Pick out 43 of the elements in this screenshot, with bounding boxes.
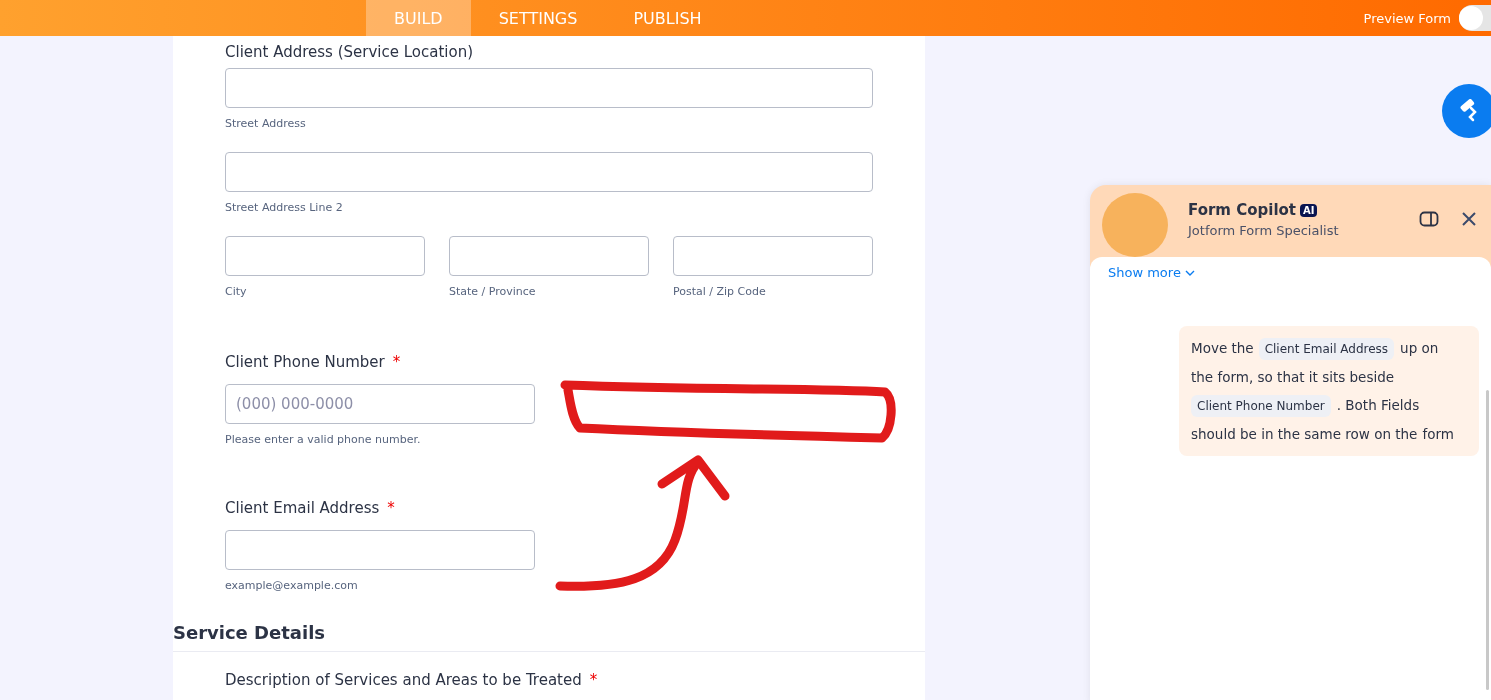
paint-roller-button[interactable] [1442, 84, 1491, 138]
message-text: Move the [1191, 339, 1254, 358]
required-mark: * [392, 353, 401, 371]
field-chip: Client Email Address [1258, 338, 1395, 360]
field-label: Description of Services and Areas to be Treated * [225, 670, 599, 690]
required-mark: * [589, 671, 598, 689]
text-field[interactable]: (000) 000-0000 [225, 384, 535, 424]
assistant-title: Form Copilot [1188, 201, 1296, 219]
nav-tab[interactable]: BUILD [366, 0, 471, 36]
text-field[interactable] [449, 236, 649, 276]
text-field[interactable] [225, 530, 535, 570]
nav-tab[interactable]: PUBLISH [605, 0, 730, 36]
field-hint: Please enter a valid phone number. [225, 433, 422, 446]
text-field[interactable] [673, 236, 873, 276]
field-sublabel: Street Address Line 2 [225, 201, 344, 214]
message-text: form [1422, 424, 1454, 444]
sidebar-toggle-icon[interactable] [1419, 211, 1439, 227]
preview-toggle[interactable] [1459, 5, 1491, 31]
field-hint: example@example.com [225, 579, 359, 592]
close-icon[interactable] [1461, 211, 1477, 227]
field-sublabel: Postal / Zip Code [673, 285, 767, 298]
field-sublabel: State / Province [449, 285, 537, 298]
show-more-link[interactable]: Show more [1108, 265, 1195, 280]
chevron-down-icon [1184, 269, 1195, 276]
assistant-subtitle: Jotform Form Specialist [1188, 223, 1340, 238]
ai-badge: AI [1300, 203, 1318, 217]
section-title: Service Details [173, 622, 925, 652]
field-label: Client Address (Service Location) [225, 42, 475, 62]
message-text: . Both Fields [1336, 396, 1420, 415]
message-text: should be in the same row on the [1191, 424, 1418, 444]
required-mark: * [387, 499, 395, 517]
field-sublabel: Street Address [225, 117, 307, 130]
field-sublabel: City [225, 285, 248, 298]
message-text: up on [1400, 339, 1439, 358]
preview-label: Preview Form [1363, 10, 1451, 26]
text-field[interactable] [225, 152, 873, 192]
message-text: the form, so that it sits beside [1191, 367, 1395, 387]
field-label: Client Email Address * [225, 498, 396, 518]
field-label: Client Phone Number * [225, 352, 402, 372]
text-field[interactable] [225, 68, 873, 108]
nav-tab[interactable]: SETTINGS [470, 0, 606, 36]
field-chip: Client Phone Number [1191, 395, 1331, 417]
text-field[interactable] [225, 236, 425, 276]
